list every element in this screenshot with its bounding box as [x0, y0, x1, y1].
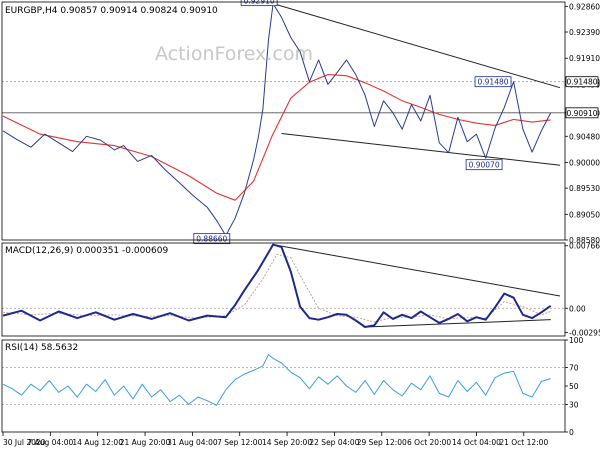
- x-tick-label: 14 Oct 04:00: [452, 438, 501, 447]
- y-tick-label: 0.89050: [569, 210, 600, 219]
- y-tick-label: 100: [569, 336, 584, 345]
- y-tick-label: 0: [569, 428, 574, 437]
- x-tick-label: 22 Sep 04:00: [309, 438, 359, 447]
- x-tick-label: 14 Aug 12:00: [72, 438, 123, 447]
- axis-price-badge-text: 0.91480: [566, 78, 597, 87]
- price-label-text: 0.91480: [478, 78, 509, 87]
- chart-canvas: ActionForex.com EURGBP,H4 0.90857 0.9091…: [0, 0, 600, 450]
- y-tick-label: 0.89530: [569, 184, 600, 193]
- axis-price-badge-text: 0.90910: [566, 109, 597, 118]
- price-label-text: 0.92910: [244, 0, 275, 6]
- x-tick-label: 14 Sep 20:00: [262, 438, 312, 447]
- x-tick-label: 21 Oct 12:00: [499, 438, 548, 447]
- y-tick-label: 0.92390: [569, 28, 600, 37]
- y-tick-label: 0.007663: [569, 242, 600, 251]
- y-tick-label: 0.91910: [569, 54, 600, 63]
- y-tick-label: 0.00: [569, 304, 586, 313]
- price-label-text: 0.90070: [469, 161, 500, 170]
- x-tick-label: 6 Oct 20:00: [407, 438, 451, 447]
- x-tick-label: 21 Aug 20:00: [120, 438, 171, 447]
- x-tick-label: 29 Sep 12:00: [357, 438, 407, 447]
- y-tick-label: 30: [569, 400, 579, 409]
- x-tick-label: 31 Aug 04:00: [167, 438, 218, 447]
- forex-chart: ActionForex.com EURGBP,H4 0.90857 0.9091…: [0, 0, 600, 450]
- x-tick-label: 7 Aug 04:00: [27, 438, 73, 447]
- watermark-text: ActionForex.com: [155, 43, 313, 65]
- price-label-text: 0.88660: [196, 235, 227, 244]
- rsi-panel-title: RSI(14) 58.5632: [5, 343, 78, 353]
- y-tick-label: 50: [569, 382, 579, 391]
- y-tick-label: 0.90000: [569, 158, 600, 167]
- x-tick-label: 7 Sep 12:00: [217, 438, 263, 447]
- macd-panel-title: MACD(12,26,9) 0.000351 -0.000609: [5, 246, 168, 256]
- y-tick-label: 0.90480: [569, 132, 600, 141]
- y-tick-label: 0.92860: [569, 2, 600, 11]
- y-tick-label: 70: [569, 364, 579, 373]
- price-panel-title: EURGBP,H4 0.90857 0.90914 0.90824 0.9091…: [5, 6, 218, 16]
